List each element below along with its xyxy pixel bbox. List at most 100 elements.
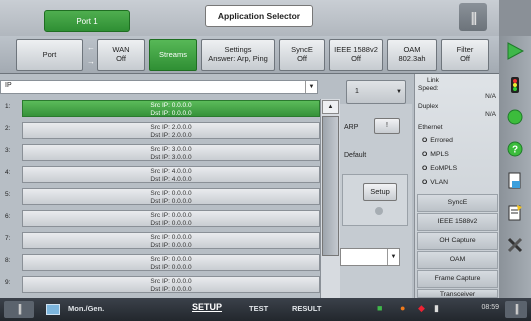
- bottom-bar: ||| Mon./Gen. SETUP TEST RESULT ■ ● ◆ ▮ …: [0, 298, 531, 321]
- stream-bar[interactable]: Src IP: 2.0.0.0 Dst IP: 2.0.0.0: [22, 122, 320, 139]
- stream-list-scrollbar[interactable]: ▲: [320, 99, 340, 298]
- menu-icon[interactable]: |||: [459, 3, 487, 31]
- speed-label: Speed:: [418, 85, 439, 92]
- svg-text:?: ?: [512, 145, 518, 156]
- setup-tab[interactable]: SETUP: [192, 302, 222, 312]
- ethernet-label: Ethernet: [418, 124, 443, 131]
- arrow-icons: ← →: [87, 43, 95, 66]
- play-icon[interactable]: [506, 42, 524, 60]
- src-ip: Src IP: 3.0.0.0: [150, 146, 192, 153]
- top-right-corner: [499, 0, 531, 36]
- feature-synce[interactable]: SyncE: [417, 194, 498, 212]
- stream-row[interactable]: 6: Src IP: 0.0.0.0 Dst IP: 0.0.0.0: [0, 209, 320, 227]
- tab-sublabel: Off: [297, 54, 307, 63]
- stream-bar[interactable]: Src IP: 4.0.0.0 Dst IP: 4.0.0.0: [22, 166, 320, 183]
- result-tab[interactable]: RESULT: [292, 304, 321, 313]
- duplex-label: Duplex: [418, 103, 439, 110]
- stream-bar[interactable]: Src IP: 0.0.0.0 Dst IP: 0.0.0.0: [22, 254, 320, 271]
- stream-bar[interactable]: Src IP: 0.0.0.0 Dst IP: 0.0.0.0: [22, 232, 320, 249]
- stream-row[interactable]: 4: Src IP: 4.0.0.0 Dst IP: 4.0.0.0: [0, 165, 320, 183]
- eth-item-errored: O Errored: [422, 137, 453, 144]
- tab-row: Port ← → WAN Off Streams Settings Answer:…: [0, 36, 503, 74]
- tab-sublabel: 802.3ah: [398, 54, 426, 63]
- stream-index: 1:: [5, 103, 11, 110]
- feature-oh-capture[interactable]: OH Capture: [417, 232, 498, 250]
- src-ip: Src IP: 0.0.0.0: [150, 256, 192, 263]
- tab-wan[interactable]: WAN Off: [97, 39, 145, 71]
- stream-bar[interactable]: Src IP: 0.0.0.0 Dst IP: 0.0.0.0: [22, 100, 320, 117]
- tab-sublabel: Off: [460, 54, 470, 63]
- tab-sublabel: Answer: Arp, Ping: [208, 54, 268, 63]
- mode-label[interactable]: Mon./Gen.: [68, 304, 104, 313]
- duplex-value: N/A: [485, 111, 496, 118]
- stream-bar[interactable]: Src IP: 3.0.0.0 Dst IP: 3.0.0.0: [22, 144, 320, 161]
- dst-ip: Dst IP: 0.0.0.0: [150, 197, 192, 205]
- tab-ieee1588[interactable]: IEEE 1588v2 Off: [329, 39, 383, 71]
- application-selector-button[interactable]: Application Selector: [205, 5, 313, 27]
- feature-ieee1588[interactable]: IEEE 1588v2: [417, 213, 498, 231]
- tab-sublabel: Off: [351, 54, 361, 63]
- protocol-select[interactable]: IP ▼: [0, 80, 318, 94]
- stream-bar[interactable]: Src IP: 0.0.0.0 Dst IP: 0.0.0.0: [22, 188, 320, 205]
- eth-item-vlan: O VLAN: [422, 179, 448, 186]
- eth-item-mpls: O MPLS: [422, 151, 449, 158]
- feature-frame-capture[interactable]: Frame Capture: [417, 270, 498, 288]
- tab-synce[interactable]: SyncE Off: [279, 39, 325, 71]
- eth-item-label: VLAN: [430, 179, 449, 186]
- stream-index: 8:: [5, 257, 11, 264]
- option-select[interactable]: ▼: [340, 248, 400, 266]
- chevron-down-icon[interactable]: ▼: [387, 249, 399, 265]
- stream-index: 5:: [5, 191, 11, 198]
- warning-icon: ●: [400, 303, 406, 313]
- stream-index: 2:: [5, 125, 11, 132]
- stream-row[interactable]: 9: Src IP: 0.0.0.0 Dst IP: 0.0.0.0: [0, 275, 320, 293]
- eth-item-label: Errored: [430, 137, 453, 144]
- tab-settings[interactable]: Settings Answer: Arp, Ping: [201, 39, 275, 71]
- right-menu-icon[interactable]: |||: [505, 301, 527, 318]
- tab-port[interactable]: Port: [16, 39, 83, 71]
- tab-oam[interactable]: OAM 802.3ah: [387, 39, 437, 71]
- stream-row[interactable]: 3: Src IP: 3.0.0.0 Dst IP: 3.0.0.0: [0, 143, 320, 161]
- dst-ip: Dst IP: 0.0.0.0: [150, 109, 192, 117]
- feature-oam[interactable]: OAM: [417, 251, 498, 269]
- left-menu-icon[interactable]: |||: [4, 301, 34, 318]
- network-icon: ■: [377, 303, 383, 313]
- scroll-thumb[interactable]: [322, 116, 339, 256]
- report-icon[interactable]: [506, 204, 524, 222]
- save-file-icon[interactable]: [506, 172, 524, 190]
- scroll-up-icon[interactable]: ▲: [322, 100, 339, 114]
- status-led-icon[interactable]: [506, 108, 524, 126]
- speed-value: N/A: [485, 93, 496, 100]
- feature-transceiver[interactable]: Transceiver: [417, 289, 498, 298]
- traffic-light-icon[interactable]: [506, 76, 524, 94]
- setup-button[interactable]: Setup: [363, 183, 397, 201]
- stream-index: 3:: [5, 147, 11, 154]
- tab-filter[interactable]: Filter Off: [441, 39, 489, 71]
- wifi-icon: ◆: [418, 303, 425, 313]
- test-tab[interactable]: TEST: [249, 304, 268, 313]
- stream-bar[interactable]: Src IP: 0.0.0.0 Dst IP: 0.0.0.0: [22, 210, 320, 227]
- tools-icon[interactable]: [506, 236, 524, 254]
- stream-row[interactable]: 5: Src IP: 0.0.0.0 Dst IP: 0.0.0.0: [0, 187, 320, 205]
- stream-count-select[interactable]: 1 ▼: [346, 80, 406, 104]
- arp-button[interactable]: !: [374, 118, 400, 134]
- app-icon: [46, 304, 60, 315]
- tab-streams[interactable]: Streams: [149, 39, 197, 71]
- dst-ip: Dst IP: 0.0.0.0: [150, 219, 192, 227]
- help-icon[interactable]: ?: [506, 140, 524, 158]
- setup-group: Setup: [342, 174, 408, 226]
- right-sidebar: ?: [499, 36, 531, 298]
- dst-ip: Dst IP: 3.0.0.0: [150, 153, 192, 161]
- stream-row[interactable]: 8: Src IP: 0.0.0.0 Dst IP: 0.0.0.0: [0, 253, 320, 271]
- stream-row[interactable]: 7: Src IP: 0.0.0.0 Dst IP: 0.0.0.0: [0, 231, 320, 249]
- port-tab[interactable]: Port 1: [44, 10, 130, 32]
- arp-label: ARP: [344, 124, 359, 131]
- stream-row[interactable]: 2: Src IP: 2.0.0.0 Dst IP: 2.0.0.0: [0, 121, 320, 139]
- stream-row[interactable]: 1: Src IP: 0.0.0.0 Dst IP: 0.0.0.0: [0, 99, 320, 117]
- top-bar: Port 1 Application Selector |||: [0, 0, 531, 36]
- stream-options-panel: ARP ! Default Setup ▼: [340, 104, 412, 298]
- stream-count-value: 1: [355, 88, 359, 95]
- chevron-down-icon[interactable]: ▼: [396, 89, 402, 95]
- stream-bar[interactable]: Src IP: 0.0.0.0 Dst IP: 0.0.0.0: [22, 276, 320, 293]
- chevron-down-icon[interactable]: ▼: [305, 81, 317, 93]
